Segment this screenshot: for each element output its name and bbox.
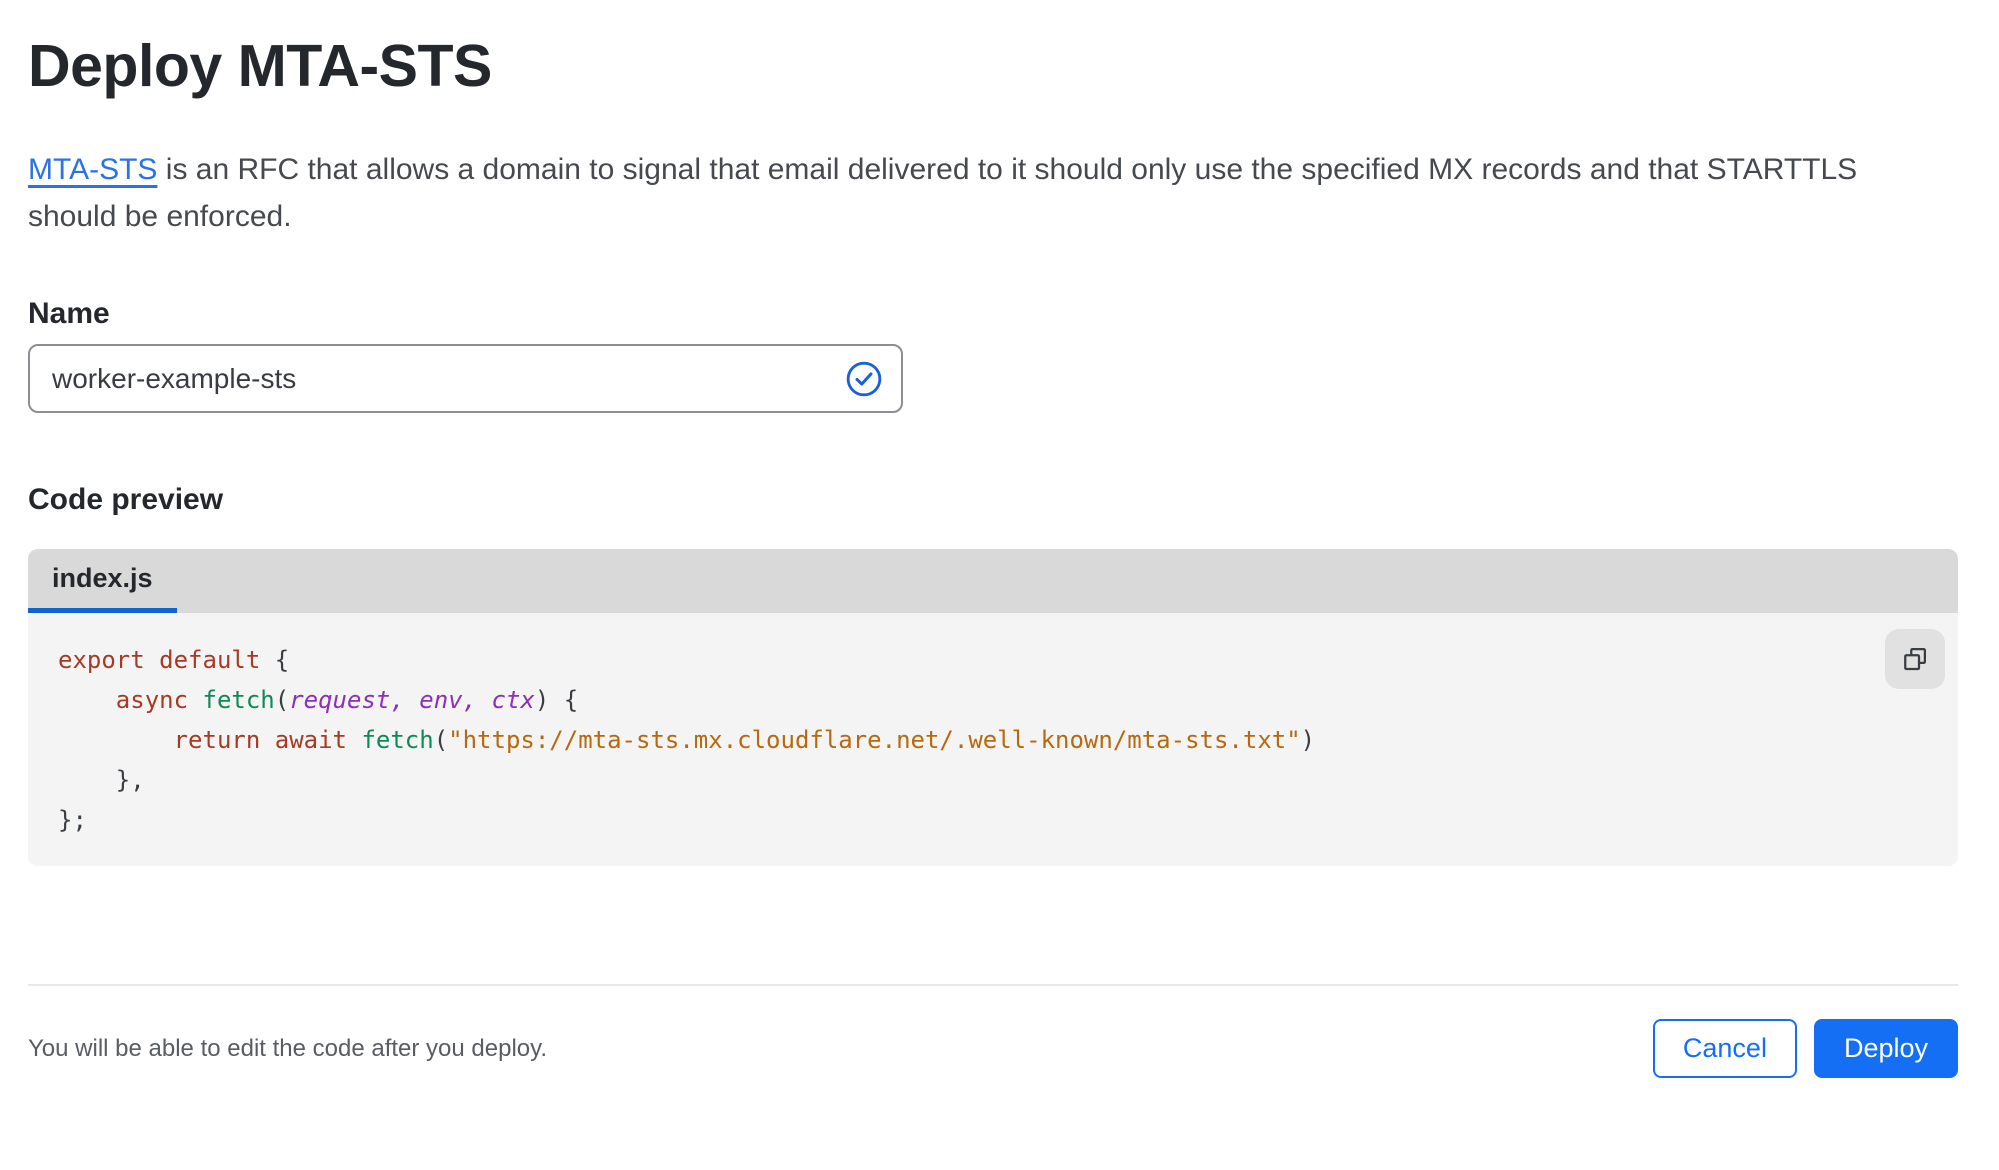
page-title: Deploy MTA-STS bbox=[28, 33, 492, 99]
code-line: }; bbox=[58, 806, 87, 834]
name-input[interactable] bbox=[28, 344, 903, 413]
description-line-2: should be enforced. bbox=[28, 200, 292, 233]
copy-icon bbox=[1900, 644, 1930, 674]
code-preview-label: Code preview bbox=[28, 483, 224, 516]
footer: You will be able to edit the code after … bbox=[28, 1019, 1958, 1078]
code-lines: export default { async fetch(request, en… bbox=[58, 640, 1878, 840]
code-editor: export default { async fetch(request, en… bbox=[28, 613, 1958, 866]
footer-note: You will be able to edit the code after … bbox=[28, 1034, 548, 1062]
description-line-1: MTA-STS is an RFC that allows a domain t… bbox=[28, 146, 1958, 193]
mta-sts-link[interactable]: MTA-STS bbox=[28, 153, 157, 186]
name-label: Name bbox=[28, 297, 110, 330]
code-line: async fetch(request, env, ctx) { bbox=[115, 686, 579, 714]
cancel-button[interactable]: Cancel bbox=[1652, 1019, 1797, 1078]
check-circle-icon bbox=[845, 360, 883, 398]
code-tab-bar: index.js bbox=[28, 549, 1958, 613]
name-input-wrap bbox=[28, 344, 903, 413]
code-preview-panel: index.js export default { async fetch(re… bbox=[28, 549, 1958, 866]
code-line: export default { bbox=[58, 646, 290, 674]
copy-code-button[interactable] bbox=[1885, 629, 1945, 689]
deploy-mta-sts-page: Deploy MTA-STS MTA-STS is an RFC that al… bbox=[0, 32, 1999, 1078]
code-line: return await fetch("https://mta-sts.mx.c… bbox=[173, 726, 1316, 754]
footer-actions: Cancel Deploy bbox=[1652, 1019, 1958, 1078]
description-text: is an RFC that allows a domain to signal… bbox=[157, 153, 1858, 186]
tab-index-js[interactable]: index.js bbox=[28, 549, 177, 613]
footer-divider bbox=[28, 984, 1958, 986]
deploy-button[interactable]: Deploy bbox=[1813, 1019, 1958, 1078]
code-line: }, bbox=[58, 766, 145, 794]
description: MTA-STS is an RFC that allows a domain t… bbox=[28, 146, 1958, 240]
